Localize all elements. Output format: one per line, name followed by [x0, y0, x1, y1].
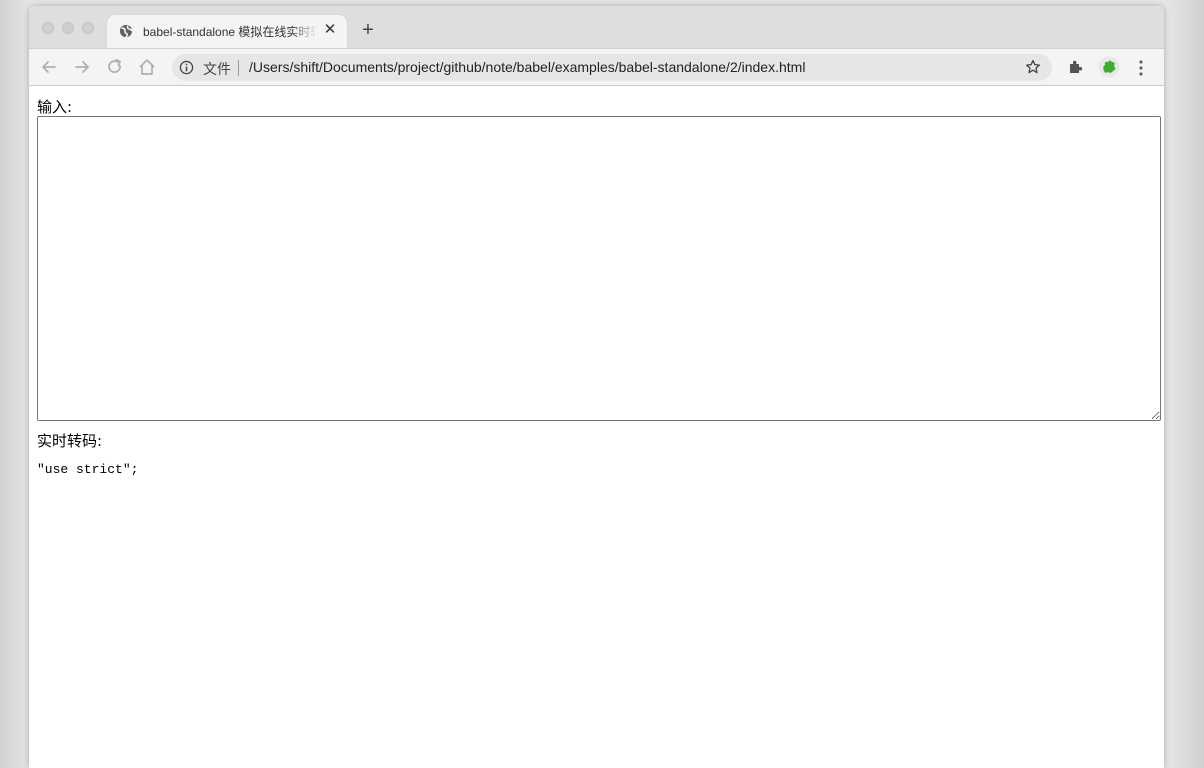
minimize-window-button[interactable] — [62, 22, 74, 34]
puzzle-icon[interactable] — [1068, 59, 1084, 75]
maximize-window-button[interactable] — [82, 22, 94, 34]
address-bar[interactable]: 文件 /Users/shift/Documents/project/github… — [172, 54, 1052, 81]
reload-button[interactable] — [105, 57, 125, 77]
star-icon[interactable] — [1025, 59, 1041, 75]
source-input[interactable] — [37, 116, 1161, 421]
security-label[interactable]: 文件 — [203, 59, 231, 79]
output-label: 实时转码: — [37, 432, 103, 450]
tab-close-icon[interactable]: ✕ — [322, 22, 338, 38]
transpiled-output: "use strict"; — [37, 462, 139, 477]
tab-strip: babel-standalone 模拟在线实时转码 ✕ + — [29, 6, 1164, 48]
back-button[interactable] — [39, 57, 59, 77]
input-label: 输入: — [37, 98, 73, 116]
globe-icon — [119, 24, 133, 38]
tab-title: babel-standalone 模拟在线实时转码 — [143, 25, 317, 39]
home-button[interactable] — [137, 57, 157, 77]
info-icon[interactable] — [179, 60, 194, 75]
new-tab-button[interactable]: + — [358, 20, 378, 40]
desktop: babel-standalone 模拟在线实时转码 ✕ + 文件 /Users/… — [0, 0, 1204, 768]
forward-button[interactable] — [72, 57, 92, 77]
browser-toolbar: 文件 /Users/shift/Documents/project/github… — [29, 48, 1164, 86]
profile-icon[interactable] — [1098, 56, 1120, 78]
browser-window: babel-standalone 模拟在线实时转码 ✕ + 文件 /Users/… — [29, 6, 1164, 768]
tab-active[interactable]: babel-standalone 模拟在线实时转码 ✕ — [107, 15, 347, 48]
window-controls — [42, 22, 94, 34]
url-text[interactable]: /Users/shift/Documents/project/github/no… — [249, 59, 805, 75]
close-window-button[interactable] — [42, 22, 54, 34]
page-content: 输入: 实时转码: "use strict"; — [29, 86, 1164, 768]
omnibox-divider — [238, 60, 239, 76]
kebab-menu-icon[interactable] — [1134, 58, 1148, 78]
